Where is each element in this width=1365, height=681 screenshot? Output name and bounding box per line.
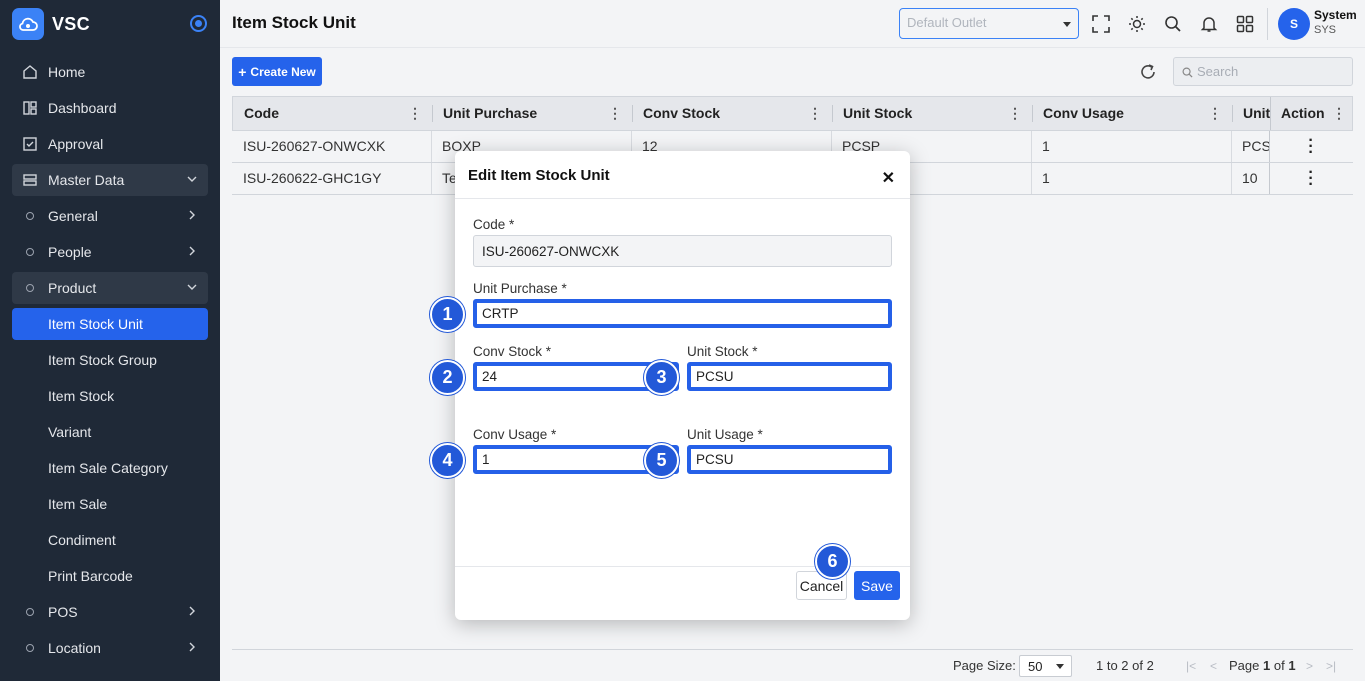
dialog-title: Edit Item Stock Unit <box>468 167 610 184</box>
close-icon[interactable]: ✕ <box>882 168 895 188</box>
dialog-header-divider <box>455 198 910 199</box>
step-badge: 1 <box>430 297 465 332</box>
step-badge: 3 <box>644 360 679 395</box>
step-badge: 6 <box>815 544 850 579</box>
unit-usage-label: Unit Usage * <box>687 427 763 442</box>
unit-usage-field[interactable]: PCSU <box>687 445 892 474</box>
step-badge: 5 <box>644 443 679 478</box>
unit-stock-label: Unit Stock * <box>687 344 758 359</box>
code-label: Code * <box>473 217 515 232</box>
conv-usage-label: Conv Usage * <box>473 427 557 442</box>
code-field: ISU-260627-ONWCXK <box>473 235 892 267</box>
unit-purchase-field[interactable]: CRTP <box>473 299 892 328</box>
step-badge: 2 <box>430 360 465 395</box>
unit-purchase-label: Unit Purchase * <box>473 281 567 296</box>
conv-stock-label: Conv Stock * <box>473 344 552 359</box>
unit-stock-field[interactable]: PCSU <box>687 362 892 391</box>
step-badge: 4 <box>430 443 465 478</box>
save-button[interactable]: Save <box>854 571 900 600</box>
